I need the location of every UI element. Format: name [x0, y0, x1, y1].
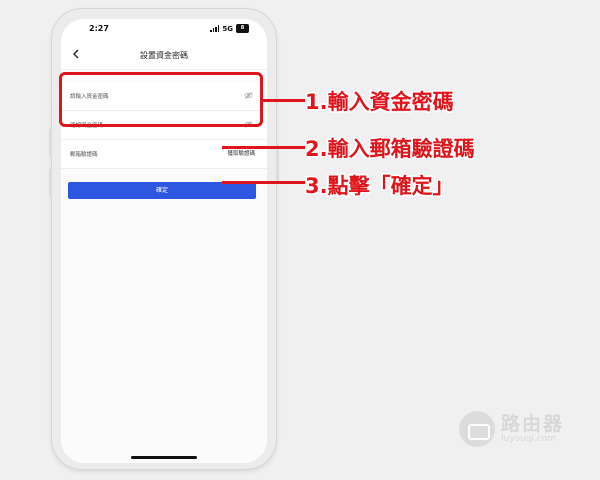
callout-step2: 2.輸入郵箱驗證碼 — [305, 137, 475, 161]
get-code-link[interactable]: 獲取驗證碼 — [227, 149, 255, 157]
network-type: 5G — [222, 24, 233, 33]
router-logo-icon — [459, 411, 495, 447]
email-code-field[interactable]: 郵箱驗證碼 獲取驗證碼 — [61, 140, 267, 169]
watermark-url: luyouqi.com — [501, 434, 557, 444]
signal-icon — [210, 25, 220, 32]
callout-step3: 3.點擊「確定」 — [305, 174, 454, 198]
phone-volume-up — [49, 129, 52, 157]
phone-volume-down — [49, 169, 52, 197]
watermark-name: 路由器 — [501, 413, 565, 435]
highlight-box-password-fields — [59, 72, 263, 127]
nav-bar: 設置資金密碼 — [61, 41, 267, 70]
home-indicator — [131, 456, 197, 459]
pointer-line-step3 — [222, 181, 305, 184]
status-indicators: 5G 8 — [210, 24, 249, 33]
page-title: 設置資金密碼 — [140, 51, 188, 60]
status-bar: 2:27 5G 8 — [61, 19, 267, 41]
pointer-line-step2 — [222, 146, 305, 149]
battery-icon: 8 — [236, 24, 249, 33]
email-code-placeholder: 郵箱驗證碼 — [70, 152, 98, 158]
pointer-line-step1 — [263, 99, 305, 102]
watermark: 路由器 luyouqi.com — [459, 411, 564, 447]
confirm-button[interactable]: 確定 — [68, 182, 256, 199]
status-time: 2:27 — [89, 24, 109, 33]
callout-step1: 1.輸入資金密碼 — [305, 90, 454, 114]
phone-power-button — [276, 144, 279, 184]
